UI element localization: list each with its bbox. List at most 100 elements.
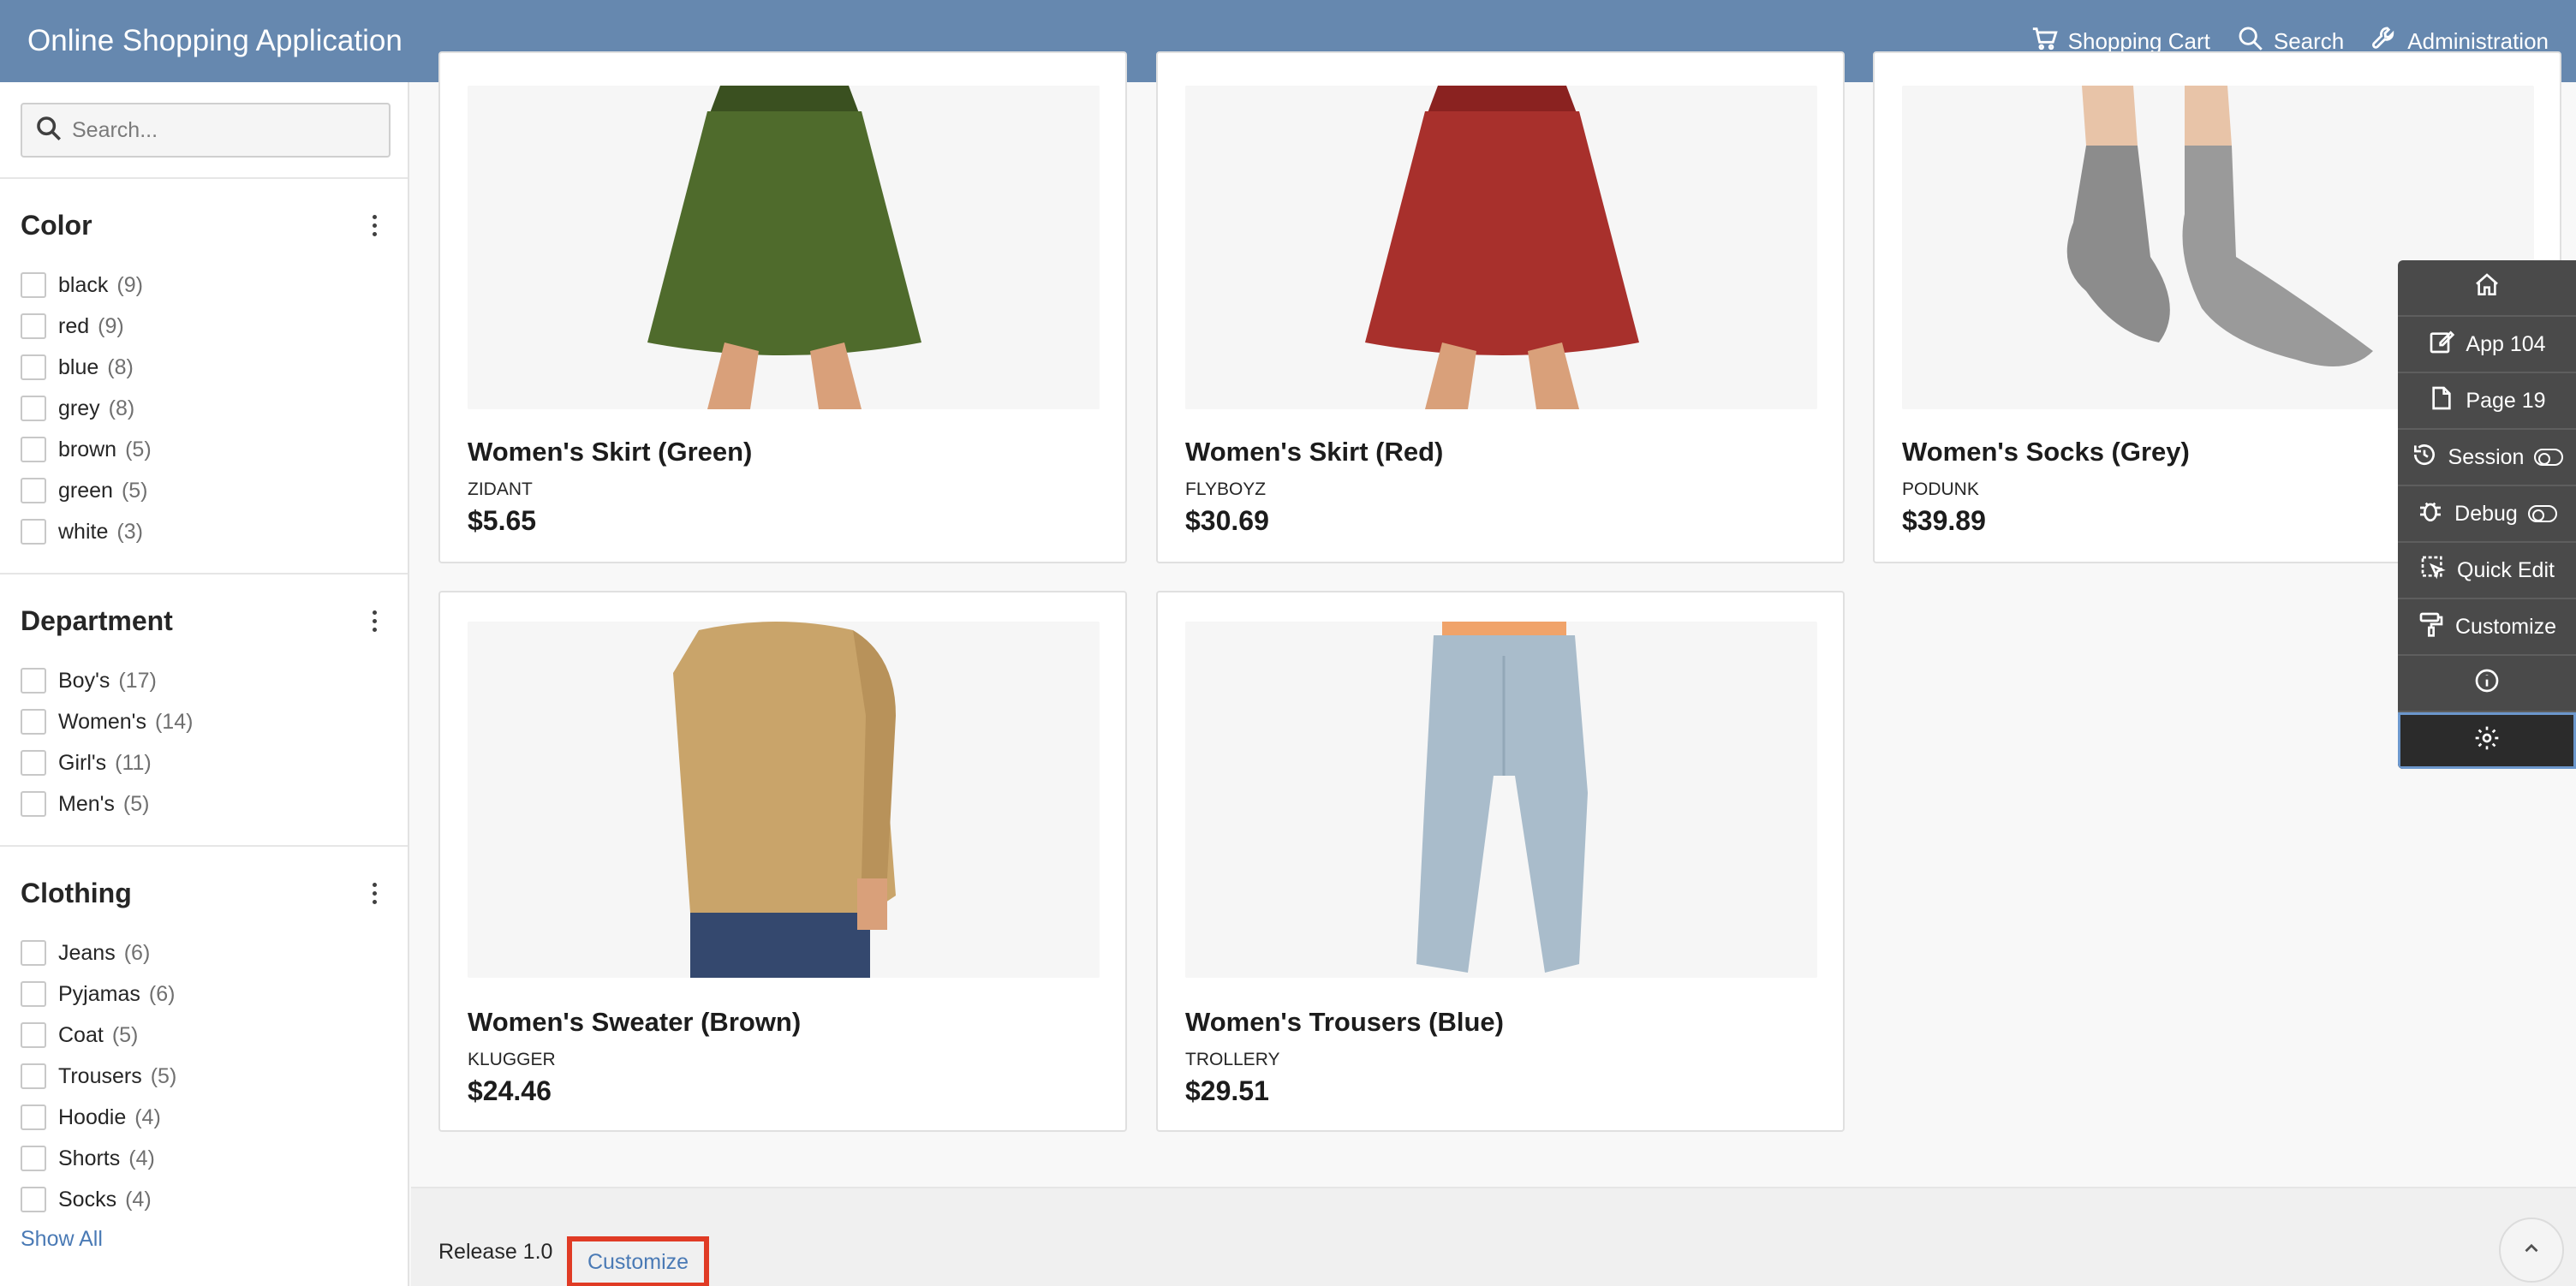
facet-option-label: blue [58, 354, 99, 379]
facet-color: Color black (9) red (9) blue (8) grey (8) br… [0, 179, 408, 575]
facet-option[interactable]: black (9) [21, 265, 387, 306]
facet-option[interactable]: grey (8) [21, 388, 387, 429]
product-price: $5.65 [468, 505, 537, 536]
checkbox[interactable] [21, 1187, 46, 1212]
sidebar-search-section [0, 82, 408, 179]
product-price: $39.89 [1902, 505, 1986, 536]
product-name[interactable]: Women's Socks (Grey) [1902, 437, 2190, 467]
scroll-to-top-button[interactable] [2499, 1218, 2564, 1283]
facet-option[interactable]: Pyjamas (6) [21, 973, 387, 1015]
facet-option-label: Pyjamas [58, 981, 140, 1006]
facet-option[interactable]: Women's (14) [21, 701, 387, 742]
checkbox[interactable] [21, 668, 46, 694]
app-title[interactable]: Online Shopping Application [27, 24, 402, 58]
facet-option-count: (11) [115, 750, 152, 775]
checkbox[interactable] [21, 1063, 46, 1089]
checkbox[interactable] [21, 1146, 46, 1171]
checkbox[interactable] [21, 437, 46, 462]
facet-option[interactable]: white (3) [21, 511, 387, 552]
facet-option[interactable]: red (9) [21, 306, 387, 347]
checkbox[interactable] [21, 791, 46, 817]
facet-option-label: Socks [58, 1187, 117, 1212]
facet-option[interactable]: Trousers (5) [21, 1056, 387, 1097]
product-card[interactable]: Women's Sweater (Brown) KLUGGER $24.46 [438, 591, 1127, 1132]
facet-option-count: (6) [123, 940, 151, 965]
facet-option[interactable]: Men's (5) [21, 783, 387, 825]
product-card[interactable]: Women's Trousers (Blue) TROLLERY $29.51 [1156, 591, 1845, 1132]
facet-option[interactable]: Boy's (17) [21, 660, 387, 701]
dev-page-button[interactable]: Page 19 [2398, 373, 2576, 430]
product-brand: FLYBOYZ [1185, 479, 1267, 499]
home-icon [2473, 271, 2501, 305]
facet-option-count: (5) [150, 1063, 177, 1088]
product-name[interactable]: Women's Sweater (Brown) [468, 1007, 801, 1038]
facet-menu-icon[interactable] [361, 876, 387, 910]
product-name[interactable]: Women's Skirt (Green) [468, 437, 752, 467]
checkbox[interactable] [21, 940, 46, 966]
developer-toolbar: App 104 Page 19 Session Debug Quick Edit… [2398, 260, 2576, 769]
facet-option-count: (8) [108, 396, 135, 420]
dev-customize-button[interactable]: Customize [2398, 599, 2576, 656]
show-all-link[interactable]: Show All [21, 1227, 103, 1252]
facet-option-count: (4) [128, 1146, 155, 1170]
dev-home-button[interactable] [2398, 260, 2576, 317]
facet-option-label: Shorts [58, 1146, 121, 1170]
checkbox[interactable] [21, 750, 46, 776]
facet-option[interactable]: Jeans (6) [21, 932, 387, 973]
facet-option[interactable]: Shorts (4) [21, 1138, 387, 1179]
facet-option-count: (5) [122, 791, 150, 816]
checkbox[interactable] [21, 478, 46, 503]
checkbox[interactable] [21, 709, 46, 735]
facet-header: Color [21, 208, 387, 242]
checkbox[interactable] [21, 1104, 46, 1130]
facet-option-label: black [58, 272, 109, 297]
facet-title: Color [21, 209, 92, 241]
dev-quick-edit-button[interactable]: Quick Edit [2398, 543, 2576, 599]
facet-option[interactable]: brown (5) [21, 429, 387, 470]
search-input[interactable] [72, 117, 380, 143]
facet-clothing: Clothing Jeans (6) Pyjamas (6) Coat (5) Tro… [0, 847, 408, 1272]
facet-option[interactable]: Hoodie (4) [21, 1097, 387, 1138]
facet-title: Clothing [21, 877, 132, 908]
dev-info-button[interactable] [2398, 656, 2576, 712]
search-box [21, 103, 391, 158]
facet-option-label: Hoodie [58, 1104, 127, 1129]
toggle-icon [2534, 449, 2564, 466]
product-brand: PODUNK [1902, 479, 1979, 499]
bug-icon [2417, 497, 2444, 531]
checkbox[interactable] [21, 519, 46, 545]
product-card[interactable]: Women's Skirt (Green) ZIDANT $5.65 [438, 51, 1127, 563]
facet-option[interactable]: blue (8) [21, 347, 387, 388]
checkbox[interactable] [21, 396, 46, 421]
customize-link[interactable]: Customize [567, 1236, 709, 1286]
checkbox[interactable] [21, 1022, 46, 1048]
checkbox[interactable] [21, 354, 46, 380]
product-card[interactable]: Women's Skirt (Red) FLYBOYZ $30.69 [1156, 51, 1845, 563]
facet-option[interactable]: Coat (5) [21, 1015, 387, 1056]
dev-debug-button[interactable]: Debug [2398, 486, 2576, 543]
facet-option-label: Girl's [58, 750, 107, 775]
checkbox[interactable] [21, 313, 46, 339]
facet-header: Department [21, 604, 387, 638]
checkbox[interactable] [21, 981, 46, 1007]
product-name[interactable]: Women's Skirt (Red) [1185, 437, 1443, 467]
product-name[interactable]: Women's Trousers (Blue) [1185, 1007, 1504, 1038]
checkbox[interactable] [21, 272, 46, 298]
nav-administration-label: Administration [2407, 27, 2549, 54]
faceted-search-sidebar: Color black (9) red (9) blue (8) grey (8) br… [0, 82, 409, 1286]
product-price: $29.51 [1185, 1075, 1269, 1106]
facet-option[interactable]: Girl's (11) [21, 742, 387, 783]
facet-option[interactable]: green (5) [21, 470, 387, 511]
facet-option-count: (4) [125, 1187, 152, 1212]
dev-app-button[interactable]: App 104 [2398, 317, 2576, 373]
facet-menu-icon[interactable] [361, 208, 387, 242]
facet-option[interactable]: Socks (4) [21, 1179, 387, 1220]
facet-menu-icon[interactable] [361, 604, 387, 638]
toggle-icon [2527, 505, 2557, 522]
facet-title: Department [21, 604, 173, 636]
dev-settings-button[interactable] [2398, 712, 2576, 769]
dev-session-button[interactable]: Session [2398, 430, 2576, 486]
facet-option-label: Coat [58, 1022, 104, 1047]
facet-department: Department Boy's (17) Women's (14) Girl's (… [0, 575, 408, 847]
search-icon [34, 114, 63, 147]
